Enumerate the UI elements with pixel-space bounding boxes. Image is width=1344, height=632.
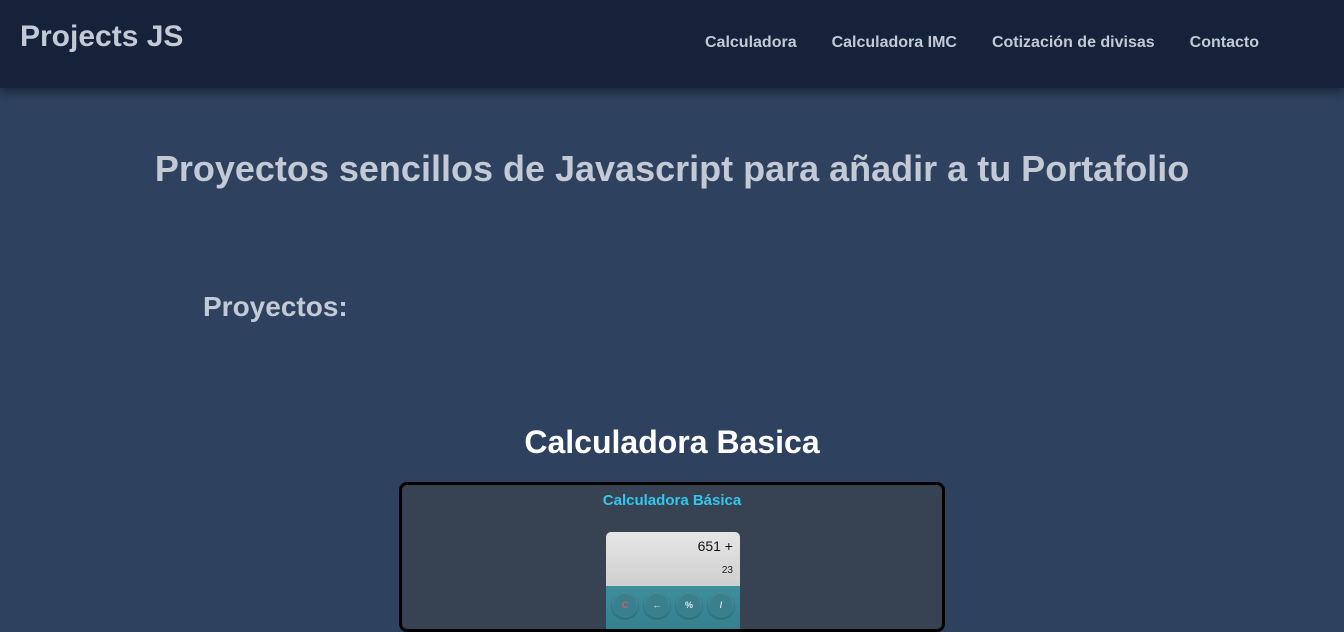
calculator-display: 651 + 23 [606,532,740,586]
preview-app-title: Calculadora Básica [602,492,742,509]
key-backspace: ← [644,592,670,618]
nav-link-calculadora[interactable]: Calculadora [705,33,797,53]
calculator-keypad: C ← % / [606,586,740,629]
nav-link-contacto[interactable]: Contacto [1190,33,1259,53]
section-title-proyectos: Proyectos: [203,291,348,322]
calculator-result: 23 [721,565,733,576]
key-clear: C [612,592,638,618]
nav-link-calculadora-imc[interactable]: Calculadora IMC [832,33,957,53]
project-preview-card[interactable]: Calculadora Básica 651 + 23 C ← % / [399,482,945,632]
calculator-preview: 651 + 23 C ← % / [606,532,740,629]
key-percent: % [676,592,702,618]
navbar: Projects JS Calculadora Calculadora IMC … [0,0,1344,88]
key-divide: / [708,592,734,618]
brand-logo[interactable]: Projects JS [20,19,183,55]
nav-menu: Calculadora Calculadora IMC Cotización d… [705,33,1294,53]
project-title: Calculadora Basica [524,424,820,460]
page-title: Proyectos sencillos de Javascript para a… [154,148,1190,189]
calculator-expression: 651 + [697,538,733,554]
nav-link-cotizacion-divisas[interactable]: Cotización de divisas [992,33,1155,53]
